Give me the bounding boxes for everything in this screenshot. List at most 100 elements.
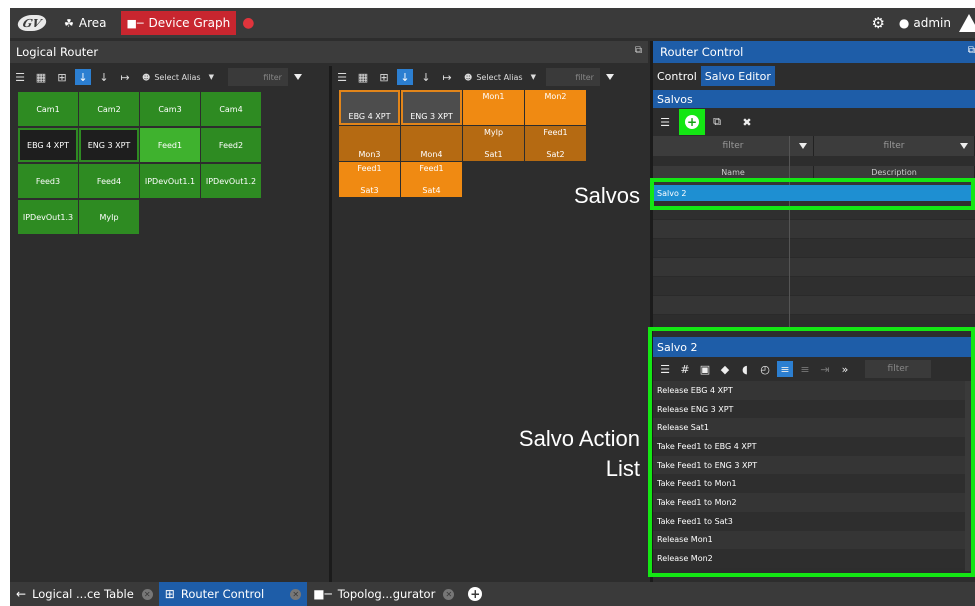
destinations-filter-input[interactable]: filter <box>545 68 600 86</box>
destination-tile[interactable]: EBG 4 XPT <box>339 90 400 125</box>
large-tiles-icon[interactable]: ▦ <box>355 69 371 85</box>
destination-source-label: Feed1 <box>357 164 382 173</box>
destination-labels: Mon4 <box>421 126 443 161</box>
fit-width-icon[interactable]: ↦ <box>117 69 133 85</box>
destination-label: EBG 4 XPT <box>348 112 391 121</box>
source-label: Feed3 <box>35 176 61 186</box>
source-tile[interactable]: Cam2 <box>79 92 139 126</box>
source-tile[interactable]: Feed2 <box>201 128 261 162</box>
source-label: IPDevOut1.1 <box>144 176 196 186</box>
small-tiles-icon[interactable]: ⊞ <box>376 69 392 85</box>
gv-logo-icon[interactable]: GV <box>14 12 50 34</box>
alarm-triangle-icon[interactable] <box>959 14 975 32</box>
source-tile[interactable]: ENG 3 XPT <box>79 128 139 162</box>
list-view-icon[interactable]: ☰ <box>334 69 350 85</box>
destination-labels: Mon1 <box>483 90 505 125</box>
column-separator <box>789 136 790 328</box>
source-tile[interactable]: EBG 4 XPT <box>18 128 78 162</box>
caret-down-icon: ▼ <box>208 73 214 81</box>
alert-pin-icon[interactable]: ● <box>242 15 254 31</box>
topology-icon: ■─ <box>313 587 332 601</box>
tab-label: Router Control <box>180 587 265 601</box>
destination-tile[interactable]: Feed1 Sat3 <box>339 162 400 197</box>
destination-tile[interactable]: MyIp Sat1 <box>463 126 524 161</box>
add-salvo-button[interactable]: + <box>679 109 705 135</box>
source-tile[interactable]: IPDevOut1.1 <box>140 164 200 198</box>
close-icon[interactable]: ✕ <box>141 588 153 600</box>
select-alias-dropdown[interactable]: ☻ Select Alias ▼ <box>142 73 214 82</box>
close-icon[interactable]: ✕ <box>290 588 302 600</box>
sources-filter-input[interactable]: filter <box>227 68 288 86</box>
tab-control[interactable]: Control <box>653 66 701 86</box>
source-tile[interactable]: Cam3 <box>140 92 200 126</box>
area-button[interactable]: ☘ Area <box>58 11 113 35</box>
tab-logical-device-table[interactable]: ← Logical ...ce Table ✕ <box>10 582 159 606</box>
filter-funnel-icon[interactable] <box>799 143 807 149</box>
plus-icon: + <box>685 115 699 129</box>
device-graph-button[interactable]: ■─ Device Graph <box>120 11 237 35</box>
destination-tile[interactable]: Mon4 <box>401 126 462 161</box>
source-tile[interactable]: Feed1 <box>140 128 200 162</box>
filter-funnel-icon[interactable] <box>293 74 302 80</box>
salvos-highlight-frame <box>650 178 975 210</box>
destination-labels: Feed1 Sat2 <box>543 126 567 161</box>
salvo-filter-row: filter filter <box>653 136 975 156</box>
destination-tile[interactable]: Feed1 Sat4 <box>401 162 462 197</box>
user-menu[interactable]: ● admin <box>899 16 951 30</box>
tab-label: Logical ...ce Table <box>32 587 134 601</box>
source-label: Cam2 <box>97 104 121 114</box>
users-icon: ☻ <box>464 72 473 82</box>
destination-tile[interactable]: Feed1 Sat2 <box>525 126 586 161</box>
delete-icon[interactable]: ✖ <box>739 114 755 130</box>
destination-label: Sat1 <box>484 150 503 159</box>
router-control-title: Router Control <box>660 45 744 59</box>
destination-label: ENG 3 XPT <box>410 112 453 121</box>
sort-za-icon[interactable]: ↓ <box>418 69 434 85</box>
users-icon: ☻ <box>142 72 151 82</box>
destination-tile[interactable]: Mon1 <box>463 90 524 125</box>
source-label: ENG 3 XPT <box>87 140 131 150</box>
table-row <box>653 258 975 277</box>
sort-za-icon[interactable]: ↓ <box>96 69 112 85</box>
destination-tile[interactable]: Mon3 <box>339 126 400 161</box>
add-tab-button[interactable]: + <box>468 587 483 601</box>
destination-source-label: Feed1 <box>419 164 444 173</box>
table-row <box>653 296 975 315</box>
sort-az-icon[interactable]: ↓ <box>397 69 413 85</box>
gear-icon[interactable]: ⚙ <box>871 14 884 32</box>
tab-topology-configurator[interactable]: ■─ Topolog...gurator ✕ <box>307 582 460 606</box>
source-tile[interactable]: Feed4 <box>79 164 139 198</box>
large-tiles-icon[interactable]: ▦ <box>33 69 49 85</box>
description-filter-input[interactable]: filter <box>814 136 975 156</box>
source-tile[interactable]: IPDevOut1.3 <box>18 200 78 234</box>
source-tile[interactable]: IPDevOut1.2 <box>201 164 261 198</box>
salvos-header: Salvos <box>653 90 975 108</box>
destination-labels: ENG 3 XPT <box>410 92 453 123</box>
destination-tile[interactable]: Mon2 <box>525 90 586 125</box>
close-icon[interactable]: ✕ <box>443 588 455 600</box>
destination-tile[interactable]: ENG 3 XPT <box>401 90 462 125</box>
small-tiles-icon[interactable]: ⊞ <box>54 69 70 85</box>
popout-icon[interactable]: ⧉ <box>968 45 975 56</box>
source-tile[interactable]: Cam1 <box>18 92 78 126</box>
tab-router-control[interactable]: ⊞ Router Control ✕ <box>158 582 308 606</box>
source-label: Cam4 <box>219 104 243 114</box>
list-view-icon[interactable]: ☰ <box>12 69 28 85</box>
source-tile[interactable]: Feed3 <box>18 164 78 198</box>
popout-icon[interactable]: ⧉ <box>635 45 642 56</box>
filter-funnel-icon[interactable] <box>960 143 968 149</box>
fit-width-icon[interactable]: ↦ <box>439 69 455 85</box>
source-label: Cam1 <box>36 104 60 114</box>
tab-salvo-editor[interactable]: Salvo Editor <box>700 66 775 86</box>
sort-az-icon[interactable]: ↓ <box>75 69 91 85</box>
source-tile[interactable]: MyIp <box>79 200 139 234</box>
duplicate-icon[interactable]: ⧉ <box>709 114 725 130</box>
pane-divider[interactable] <box>329 66 332 582</box>
filter-funnel-icon[interactable] <box>605 74 614 80</box>
app-window: GV ☘ Area ■─ Device Graph ● ⚙ ● admin Lo… <box>10 8 975 606</box>
source-tile[interactable]: Cam4 <box>201 92 261 126</box>
list-view-icon[interactable]: ☰ <box>657 114 673 130</box>
tab-label: Topolog...gurator <box>337 587 436 601</box>
table-row <box>653 220 975 239</box>
select-alias-dropdown[interactable]: ☻ Select Alias ▼ <box>464 73 536 82</box>
